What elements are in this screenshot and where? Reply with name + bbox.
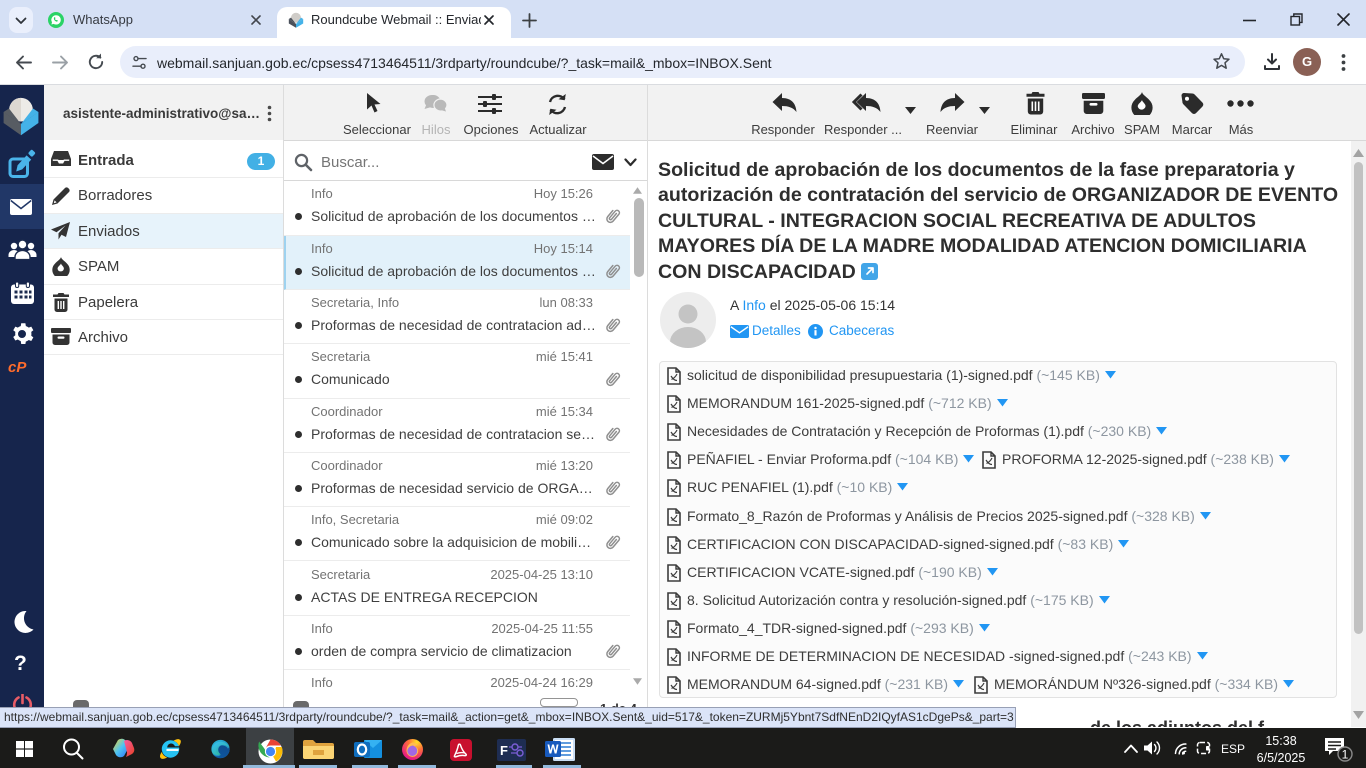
svg-text:1: 1 xyxy=(1342,748,1349,762)
svg-text:F: F xyxy=(500,743,508,758)
